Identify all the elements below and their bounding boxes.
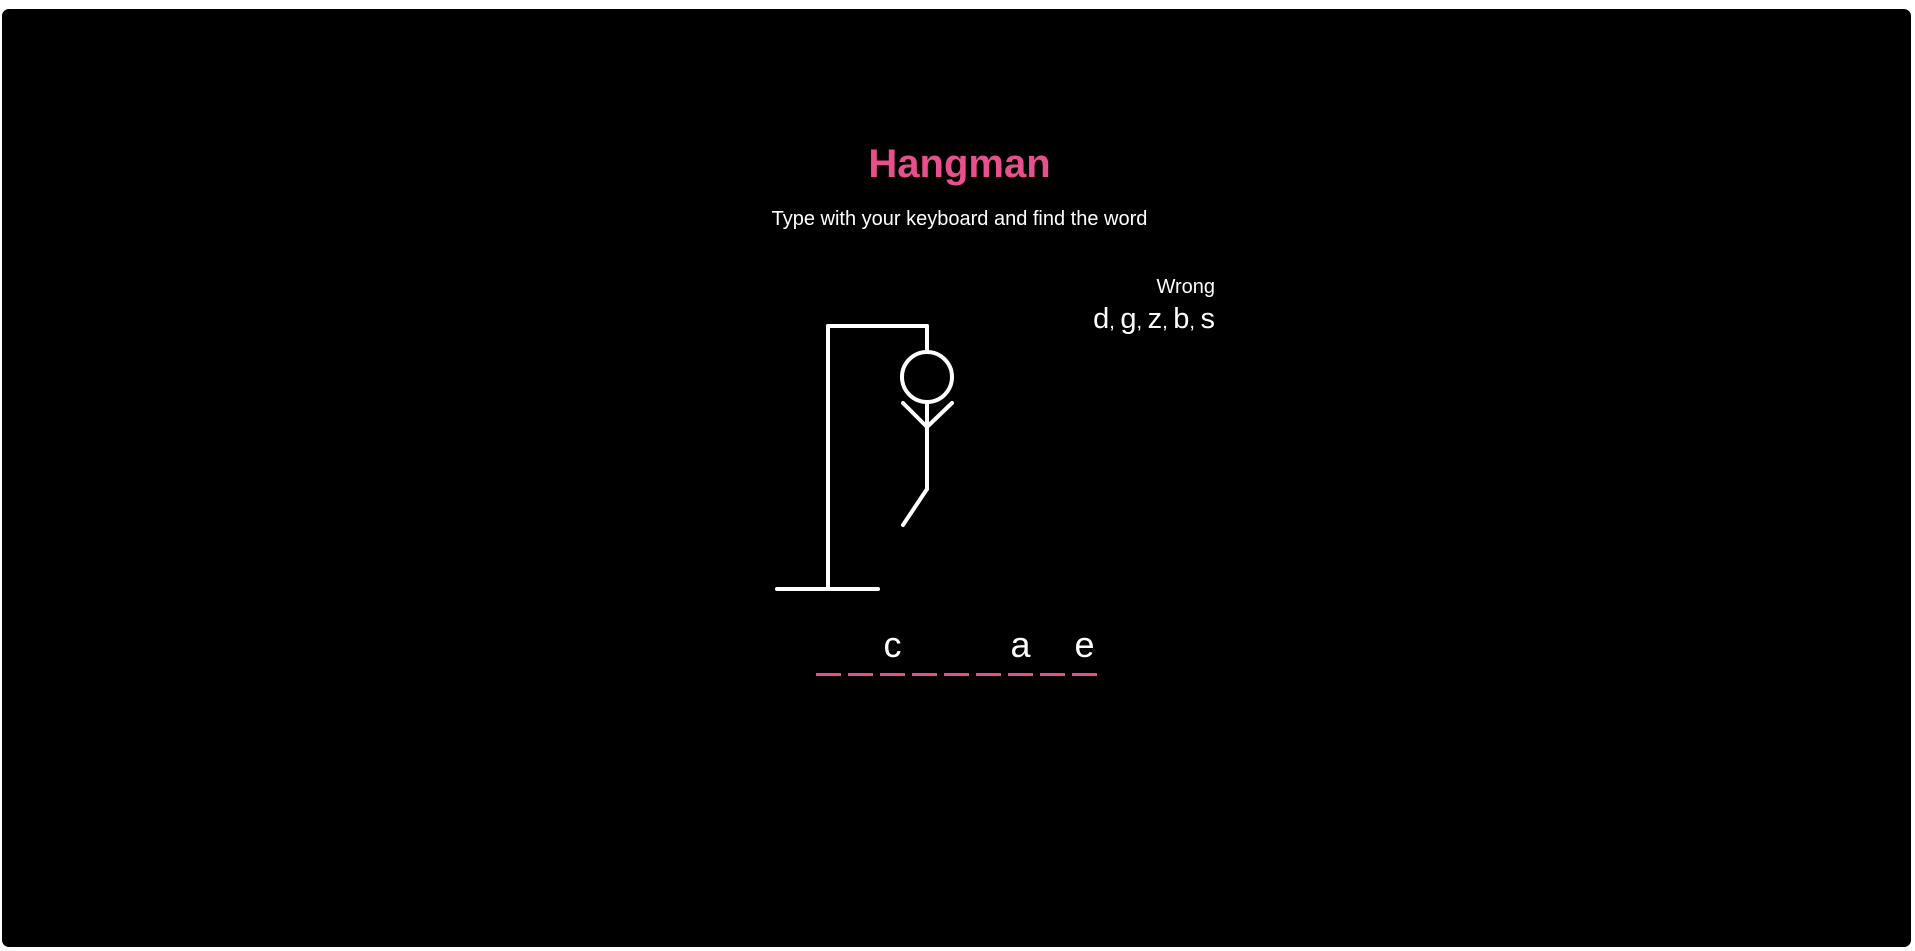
left-arm bbox=[901, 401, 929, 429]
right-arm bbox=[925, 401, 954, 429]
letter-slot bbox=[912, 621, 937, 676]
wrong-letters-panel: Wrong d, g, z, b, s bbox=[1015, 274, 1215, 341]
wrong-letters-list: d, g, z, b, s bbox=[1015, 300, 1215, 341]
letter-slot bbox=[848, 621, 873, 676]
left-leg bbox=[901, 487, 929, 527]
letter-slot bbox=[944, 621, 969, 676]
wrong-letters-title: Wrong bbox=[1156, 276, 1215, 298]
wrong-letter: d, bbox=[1093, 303, 1121, 335]
letter-slot: a bbox=[1008, 621, 1033, 676]
letter-slot bbox=[976, 621, 1001, 676]
page-title: Hangman bbox=[868, 142, 1051, 186]
letter-slot: e bbox=[1072, 621, 1097, 676]
letter-slot bbox=[1040, 621, 1065, 676]
page-subtitle: Type with your keyboard and find the wor… bbox=[771, 208, 1148, 230]
game-container: Hangman Type with your keyboard and find… bbox=[2, 9, 1911, 947]
head bbox=[900, 350, 954, 404]
hangman-figure-icon bbox=[775, 324, 954, 591]
wrong-letter: z, bbox=[1147, 303, 1174, 335]
letter-slot bbox=[816, 621, 841, 676]
wrong-letter: s bbox=[1200, 303, 1216, 335]
letter-slot: c bbox=[880, 621, 905, 676]
wrong-letter: g, bbox=[1120, 303, 1148, 335]
wrong-letter: b, bbox=[1173, 303, 1201, 335]
word-slots: c ae bbox=[816, 621, 1097, 676]
